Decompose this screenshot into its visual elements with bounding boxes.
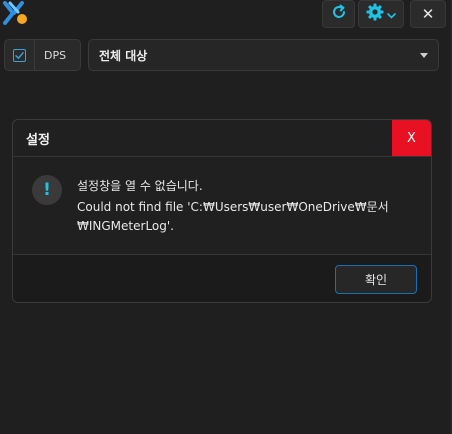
dialog-body: ! 설정창을 열 수 없습니다. Could not find file 'C:… <box>13 157 431 254</box>
dps-label: DPS <box>44 48 67 62</box>
settings-error-dialog: 설정 X ! 설정창을 열 수 없습니다. Could not find fil… <box>12 119 432 303</box>
caret-down-icon <box>420 52 428 58</box>
gear-icon <box>366 3 384 25</box>
divider <box>34 40 35 70</box>
dialog-footer: 확인 <box>13 254 431 302</box>
ok-button[interactable]: 확인 <box>335 265 417 294</box>
dialog-close-button[interactable]: X <box>392 120 431 156</box>
checkmark-icon <box>15 51 24 59</box>
app-logo-icon <box>2 0 30 26</box>
refresh-button[interactable] <box>322 0 355 28</box>
app-window: ✕ DPS 전체 대상 설정 X ! 설정창을 열 수 없습니다. Could … <box>0 0 452 434</box>
settings-menu-button[interactable] <box>358 0 404 28</box>
dps-toggle[interactable]: DPS <box>4 39 81 71</box>
dialog-title: 설정 <box>26 133 50 148</box>
close-icon: ✕ <box>421 5 435 23</box>
error-message-line: ₩INGMeterLog'. <box>77 219 174 233</box>
title-bar: ✕ <box>0 0 452 30</box>
close-icon: X <box>407 130 416 146</box>
window-close-button[interactable]: ✕ <box>410 0 446 28</box>
dps-checkbox[interactable] <box>13 48 26 62</box>
target-select[interactable]: 전체 대상 <box>88 39 439 71</box>
error-message-line: Could not find file 'C:₩Users₩user₩OneDr… <box>77 200 389 214</box>
refresh-icon <box>331 4 347 24</box>
dialog-header: 설정 X <box>13 120 431 157</box>
chevron-down-icon <box>387 5 396 24</box>
error-message-line: 설정창을 열 수 없습니다. <box>77 179 203 193</box>
exclamation-icon: ! <box>32 175 62 205</box>
target-select-value: 전체 대상 <box>99 48 148 63</box>
